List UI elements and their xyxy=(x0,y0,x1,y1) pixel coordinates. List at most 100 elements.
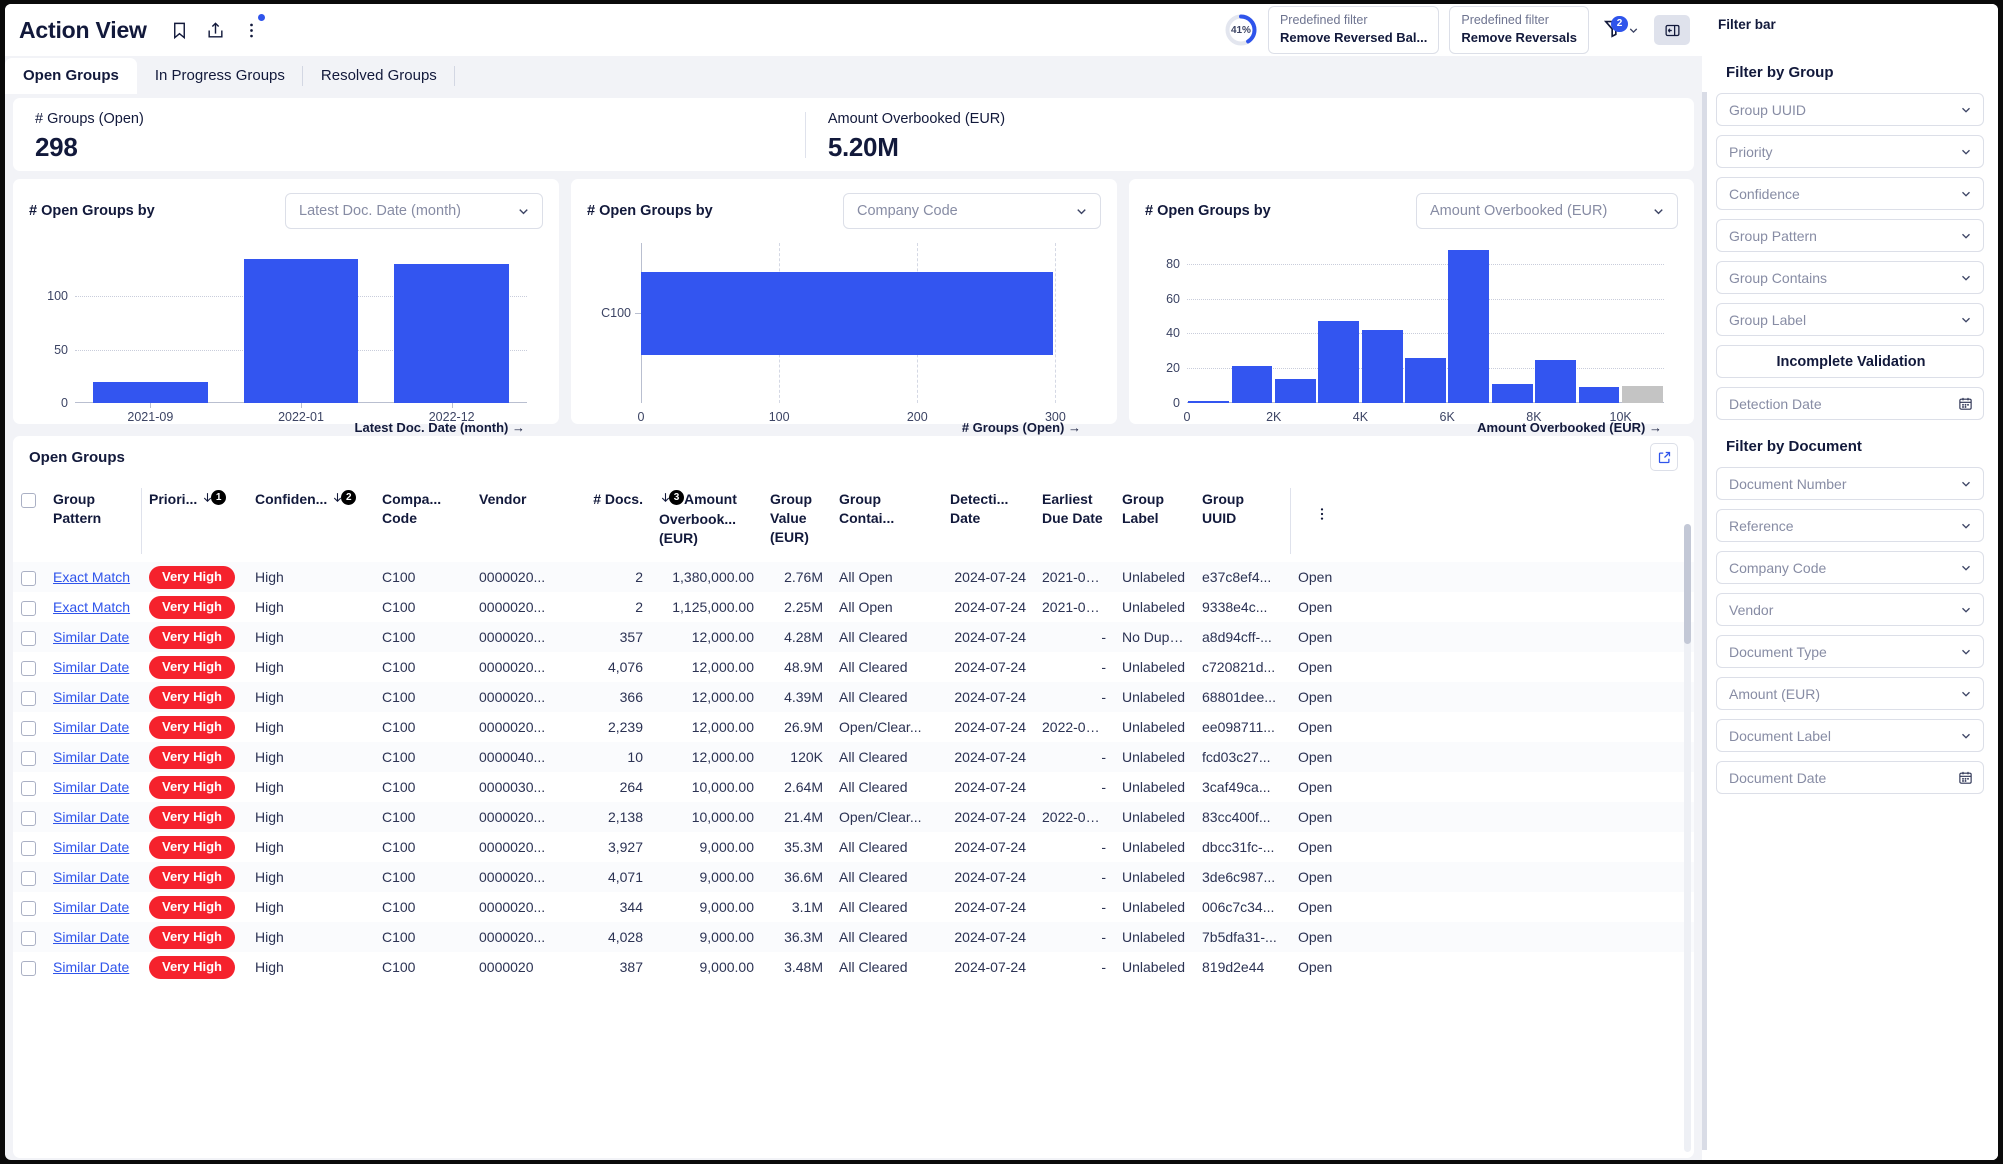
filter-field-document-number[interactable]: Document Number xyxy=(1716,467,1984,500)
col-row-actions[interactable] xyxy=(1290,478,1354,563)
chart3-dimension-select[interactable]: Amount Overbooked (EUR) xyxy=(1416,193,1678,229)
table-row[interactable]: Exact Match Very High High C100 0000020... 2 1… xyxy=(13,562,1694,593)
cell-group-pattern[interactable]: Similar Date xyxy=(45,682,141,712)
table-row[interactable]: Similar Date Very High High C100 0000020... 4… xyxy=(13,652,1694,683)
row-checkbox[interactable] xyxy=(21,900,36,916)
col-priority[interactable]: Priori... 1 xyxy=(141,478,247,563)
predefined-filter-2[interactable]: Predefined filter Remove Reversals xyxy=(1449,6,1589,54)
share-icon[interactable] xyxy=(206,21,225,40)
row-checkbox[interactable] xyxy=(21,630,36,646)
group-pattern-link[interactable]: Similar Date xyxy=(53,959,129,975)
table-scrollbar-thumb[interactable] xyxy=(1684,524,1691,644)
calendar-icon[interactable] xyxy=(1958,396,1973,411)
cell-group-pattern[interactable]: Similar Date xyxy=(45,772,141,802)
table-row[interactable]: Exact Match Very High High C100 0000020... 2 1… xyxy=(13,592,1694,623)
col-group-pattern[interactable]: Group Pattern xyxy=(45,478,141,563)
toggle-side-panel-button[interactable] xyxy=(1654,15,1690,45)
table-row[interactable]: Similar Date Very High High C100 0000020... 4… xyxy=(13,862,1694,893)
cell-group-pattern[interactable]: Similar Date xyxy=(45,922,141,952)
col-vendor[interactable]: Vendor xyxy=(471,478,575,563)
tab-resolved-groups[interactable]: Resolved Groups xyxy=(303,58,455,94)
filter-field-amount-eur-[interactable]: Amount (EUR) xyxy=(1716,677,1984,710)
group-pattern-link[interactable]: Similar Date xyxy=(53,869,129,885)
table-row[interactable]: Similar Date Very High High C100 0000020... 3… xyxy=(13,682,1694,713)
table-row[interactable]: Similar Date Very High High C100 0000020 387 9… xyxy=(13,952,1694,983)
tab-open-groups[interactable]: Open Groups xyxy=(5,58,137,94)
row-checkbox[interactable] xyxy=(21,720,36,736)
group-pattern-link[interactable]: Similar Date xyxy=(53,689,129,705)
table-row[interactable]: Similar Date Very High High C100 0000040... 1… xyxy=(13,742,1694,773)
filter-field-group-contains[interactable]: Group Contains xyxy=(1716,261,1984,294)
row-checkbox[interactable] xyxy=(21,660,36,676)
group-pattern-link[interactable]: Similar Date xyxy=(53,899,129,915)
predefined-filter-1[interactable]: Predefined filter Remove Reversed Bal... xyxy=(1267,6,1440,54)
col-group-contains[interactable]: Group Contai... xyxy=(831,478,942,563)
filter-field-group-pattern[interactable]: Group Pattern xyxy=(1716,219,1984,252)
table-row[interactable]: Similar Date Very High High C100 0000020... 4… xyxy=(13,922,1694,953)
cell-group-pattern[interactable]: Similar Date xyxy=(45,952,141,982)
cell-group-pattern[interactable]: Similar Date xyxy=(45,802,141,832)
col-group-uuid[interactable]: Group UUID xyxy=(1194,478,1290,563)
more-vertical-icon[interactable] xyxy=(242,13,265,40)
cell-group-pattern[interactable]: Similar Date xyxy=(45,832,141,862)
group-pattern-link[interactable]: Exact Match xyxy=(53,569,130,585)
export-table-button[interactable] xyxy=(1650,443,1678,471)
cell-group-pattern[interactable]: Similar Date xyxy=(45,742,141,772)
row-checkbox[interactable] xyxy=(21,690,36,706)
bookmark-icon[interactable] xyxy=(170,21,189,40)
more-vertical-icon[interactable] xyxy=(1298,506,1346,527)
filter-field-group-label[interactable]: Group Label xyxy=(1716,303,1984,336)
chart2-dimension-select[interactable]: Company Code xyxy=(843,193,1101,229)
tab-in-progress-groups[interactable]: In Progress Groups xyxy=(137,58,303,94)
filter-field-document-date[interactable]: Document Date xyxy=(1716,761,1984,794)
col-earliest-due-date[interactable]: Earliest Due Date xyxy=(1034,478,1114,563)
group-pattern-link[interactable]: Similar Date xyxy=(53,809,129,825)
table-row[interactable]: Similar Date Very High High C100 0000020... 2… xyxy=(13,712,1694,743)
cell-group-pattern[interactable]: Exact Match xyxy=(45,592,141,622)
table-row[interactable]: Similar Date Very High High C100 0000020... 3… xyxy=(13,892,1694,923)
chart1-dimension-select[interactable]: Latest Doc. Date (month) xyxy=(285,193,543,229)
select-all-checkbox[interactable] xyxy=(21,492,36,508)
table-row[interactable]: Similar Date Very High High C100 0000020... 2… xyxy=(13,802,1694,833)
filter-field-document-label[interactable]: Document Label xyxy=(1716,719,1984,752)
group-pattern-link[interactable]: Similar Date xyxy=(53,719,129,735)
col-detection-date[interactable]: Detecti... Date xyxy=(942,478,1034,563)
calendar-icon[interactable] xyxy=(1958,770,1973,785)
row-checkbox[interactable] xyxy=(21,930,36,946)
filter-field-document-type[interactable]: Document Type xyxy=(1716,635,1984,668)
row-checkbox[interactable] xyxy=(21,810,36,826)
table-row[interactable]: Similar Date Very High High C100 0000020... 3… xyxy=(13,622,1694,653)
col-group-value[interactable]: Group Value (EUR) xyxy=(762,478,831,563)
table-row[interactable]: Similar Date Very High High C100 0000030... 2… xyxy=(13,772,1694,803)
filter-field-vendor[interactable]: Vendor xyxy=(1716,593,1984,626)
cell-group-pattern[interactable]: Similar Date xyxy=(45,622,141,652)
col-amount-overbooked[interactable]: 3 Amount Overbook... (EUR) xyxy=(651,478,762,563)
row-checkbox[interactable] xyxy=(21,870,36,886)
group-pattern-link[interactable]: Similar Date xyxy=(53,749,129,765)
table-row[interactable]: Similar Date Very High High C100 0000020... 3… xyxy=(13,832,1694,863)
cell-group-pattern[interactable]: Similar Date xyxy=(45,652,141,682)
row-checkbox[interactable] xyxy=(21,780,36,796)
col-group-label[interactable]: Group Label xyxy=(1114,478,1194,563)
row-checkbox[interactable] xyxy=(21,600,36,616)
row-checkbox[interactable] xyxy=(21,840,36,856)
row-checkbox[interactable] xyxy=(21,960,36,976)
cell-group-pattern[interactable]: Similar Date xyxy=(45,892,141,922)
filter-field-priority[interactable]: Priority xyxy=(1716,135,1984,168)
group-pattern-link[interactable]: Similar Date xyxy=(53,779,129,795)
col-confidence[interactable]: Confiden... 2 xyxy=(247,478,374,563)
col-num-docs[interactable]: # Docs. xyxy=(575,478,651,563)
col-company-code[interactable]: Compa... Code xyxy=(374,478,471,563)
group-pattern-link[interactable]: Similar Date xyxy=(53,659,129,675)
filter-field-detection-date[interactable]: Detection Date xyxy=(1716,387,1984,420)
filter-funnel-button[interactable]: 2 xyxy=(1599,15,1644,44)
filter-field-incomplete-validation[interactable]: Incomplete Validation xyxy=(1716,345,1984,378)
group-pattern-link[interactable]: Similar Date xyxy=(53,629,129,645)
row-checkbox[interactable] xyxy=(21,570,36,586)
filter-field-group-uuid[interactable]: Group UUID xyxy=(1716,93,1984,126)
group-pattern-link[interactable]: Similar Date xyxy=(53,929,129,945)
filter-field-company-code[interactable]: Company Code xyxy=(1716,551,1984,584)
cell-group-pattern[interactable]: Similar Date xyxy=(45,862,141,892)
cell-group-pattern[interactable]: Similar Date xyxy=(45,712,141,742)
group-pattern-link[interactable]: Similar Date xyxy=(53,839,129,855)
